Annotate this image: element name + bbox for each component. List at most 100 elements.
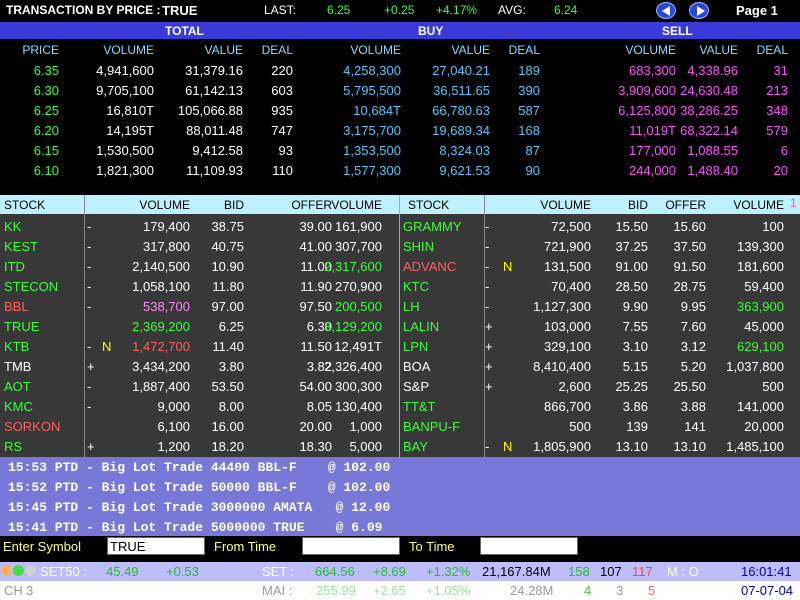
- offer-price: 3.12: [680, 339, 706, 354]
- buy-value-cell: 8,324.03: [439, 143, 490, 158]
- price-cell: 6.25: [33, 103, 59, 118]
- stock-symbol: KTC: [403, 279, 429, 294]
- total-volume-cell: 16,810T: [106, 103, 154, 118]
- group-total: TOTAL: [165, 24, 204, 38]
- big-lot-ticker: 15:53 PTD - Big Lot Trade 44400 BBL-F @ …: [0, 457, 800, 536]
- col-price: PRICE: [22, 43, 59, 57]
- total-deal-cell: 220: [271, 63, 293, 78]
- big-lot-item: 15:52 PTD - Big Lot Trade 50000 BBL-F @ …: [8, 480, 391, 495]
- bid-price: 139: [626, 419, 648, 434]
- offer-price: 25.50: [673, 379, 706, 394]
- change-sign: +: [485, 339, 493, 354]
- sell-value-cell: 4,338.96: [687, 63, 738, 78]
- buy-deal-cell: 168: [518, 123, 540, 138]
- bid-volume: 72,500: [551, 219, 591, 234]
- stock-symbol: LH: [403, 299, 420, 314]
- mai-value: 255.99: [316, 583, 356, 598]
- bid-price: 13.10: [615, 439, 648, 454]
- total-value-cell: 11,109.93: [186, 163, 243, 178]
- stock-row[interactable]: LPN +329,100 3.10 3.12 629,100: [0, 336, 800, 356]
- price-cell: 6.30: [33, 83, 59, 98]
- offer-price: 3.88: [680, 399, 706, 414]
- stock-row[interactable]: LALIN +103,000 7.55 7.60 45,000: [0, 316, 800, 336]
- change-sign: +: [485, 379, 493, 394]
- bid-price: 3.10: [622, 339, 648, 354]
- offer-volume: 59,400: [744, 279, 784, 294]
- set-percent: +1.32%: [426, 564, 471, 579]
- set-declines: 117: [632, 564, 653, 579]
- col-bid-volume-right: VOLUME: [540, 198, 591, 212]
- offer-volume: 1,485,100: [726, 439, 784, 454]
- sell-value-cell: 1,488.40: [687, 163, 738, 178]
- offer-price: 15.60: [673, 219, 706, 234]
- price-row: 6.25 16,810T 105,066.88 935 10,684T 66,780.63…: [0, 100, 800, 120]
- stock-row[interactable]: GRAMMY - 72,500 15.50 15.60 100: [0, 216, 800, 236]
- arrow-right-icon[interactable]: [689, 2, 709, 19]
- stock-row[interactable]: BANPU-F 500 139 141 20,000: [0, 416, 800, 436]
- price-row: 6.35 4,941,600 31,379.16 220 4,258,300 27,040…: [0, 60, 800, 80]
- stock-row[interactable]: S&P +2,600 25.25 25.50 500: [0, 376, 800, 396]
- from-time-input[interactable]: [302, 537, 400, 555]
- sell-value-cell: 68,322.14: [680, 123, 738, 138]
- stock-symbol: GRAMMY: [403, 219, 462, 234]
- stock-row[interactable]: BAY - N 1,805,900 13.10 13.10 1,485,100: [0, 436, 800, 456]
- col-total-deal: DEAL: [261, 43, 293, 57]
- set-advances: 158: [568, 564, 590, 579]
- price-cell: 6.15: [33, 143, 59, 158]
- set50-change: +0.53: [166, 564, 199, 579]
- stock-table-header: STOCK VOLUME BID OFFER VOLUME STOCK VOLU…: [0, 195, 800, 214]
- offer-volume: 20,000: [744, 419, 784, 434]
- col-offer-left: OFFER: [291, 198, 332, 212]
- bid-volume: 721,900: [544, 239, 591, 254]
- buy-volume-cell: 5,795,500: [343, 83, 401, 98]
- offer-price: 37.50: [673, 239, 706, 254]
- sell-deal-cell: 20: [773, 163, 788, 178]
- arrow-left-icon[interactable]: [656, 2, 676, 19]
- last-percent: +4.17%: [436, 3, 478, 17]
- offer-price: 28.75: [673, 279, 706, 294]
- stock-row[interactable]: KTC - 70,400 28.50 28.75 59,400: [0, 276, 800, 296]
- col-buy-volume: VOLUME: [350, 43, 401, 57]
- col-sell-value: VALUE: [699, 43, 738, 57]
- stock-row[interactable]: SHIN - 721,900 37.25 37.50 139,300: [0, 236, 800, 256]
- buy-volume-cell: 10,684T: [353, 103, 401, 118]
- big-lot-item: 15:41 PTD - Big Lot Trade 5000000 TRUE @…: [8, 520, 383, 535]
- to-time-label: To Time: [409, 539, 455, 554]
- market-mode: M : O: [667, 564, 699, 579]
- buy-deal-cell: 90: [525, 163, 540, 178]
- stock-row[interactable]: ADVANC - N 131,500 91.00 91.50 181,600: [0, 256, 800, 276]
- buy-volume-cell: 3,175,700: [343, 123, 401, 138]
- stock-row[interactable]: BOA +8,410,400 5.15 5.20 1,037,800: [0, 356, 800, 376]
- symbol-input[interactable]: TRUE: [107, 537, 205, 555]
- stock-symbol: TT&T: [403, 399, 436, 414]
- col-bid-right: BID: [627, 198, 648, 212]
- offer-price: 5.20: [680, 359, 706, 374]
- total-deal-cell: 935: [271, 103, 293, 118]
- sell-volume-cell: 3,909,600: [618, 83, 676, 98]
- to-time-input[interactable]: [480, 537, 578, 555]
- total-deal-cell: 603: [271, 83, 293, 98]
- stock-row[interactable]: LH - 1,127,300 9.90 9.95 363,900: [0, 296, 800, 316]
- set-change: +8.69: [373, 564, 406, 579]
- total-value-cell: 61,142.13: [185, 83, 243, 98]
- col-buy-deal: DEAL: [508, 43, 540, 57]
- mai-declines: 5: [648, 583, 656, 598]
- mai-turnover: 24.28M: [510, 583, 554, 598]
- change-sign: -: [485, 439, 490, 454]
- col-total-value: VALUE: [204, 43, 243, 57]
- bid-volume: 70,400: [551, 279, 591, 294]
- stock-symbol: BAY: [403, 439, 429, 454]
- status-light-icon: [13, 565, 24, 576]
- offer-price: 91.50: [673, 259, 706, 274]
- sell-volume-cell: 177,000: [629, 143, 676, 158]
- group-header: TOTAL BUY SELL: [0, 22, 800, 39]
- offer-volume: 1,037,800: [726, 359, 784, 374]
- change-sign: -: [485, 239, 490, 254]
- last-price: 6.25: [327, 3, 351, 17]
- stock-row[interactable]: TT&T 866,700 3.86 3.88 141,000: [0, 396, 800, 416]
- buy-value-cell: 19,689.34: [432, 123, 490, 138]
- bid-volume: 329,100: [544, 339, 591, 354]
- buy-volume-cell: 4,258,300: [343, 63, 401, 78]
- set-value: 664.56: [315, 564, 355, 579]
- index-bar-set: SET50 : 45.49 +0.53 SET : 664.56 +8.69 +…: [0, 562, 800, 581]
